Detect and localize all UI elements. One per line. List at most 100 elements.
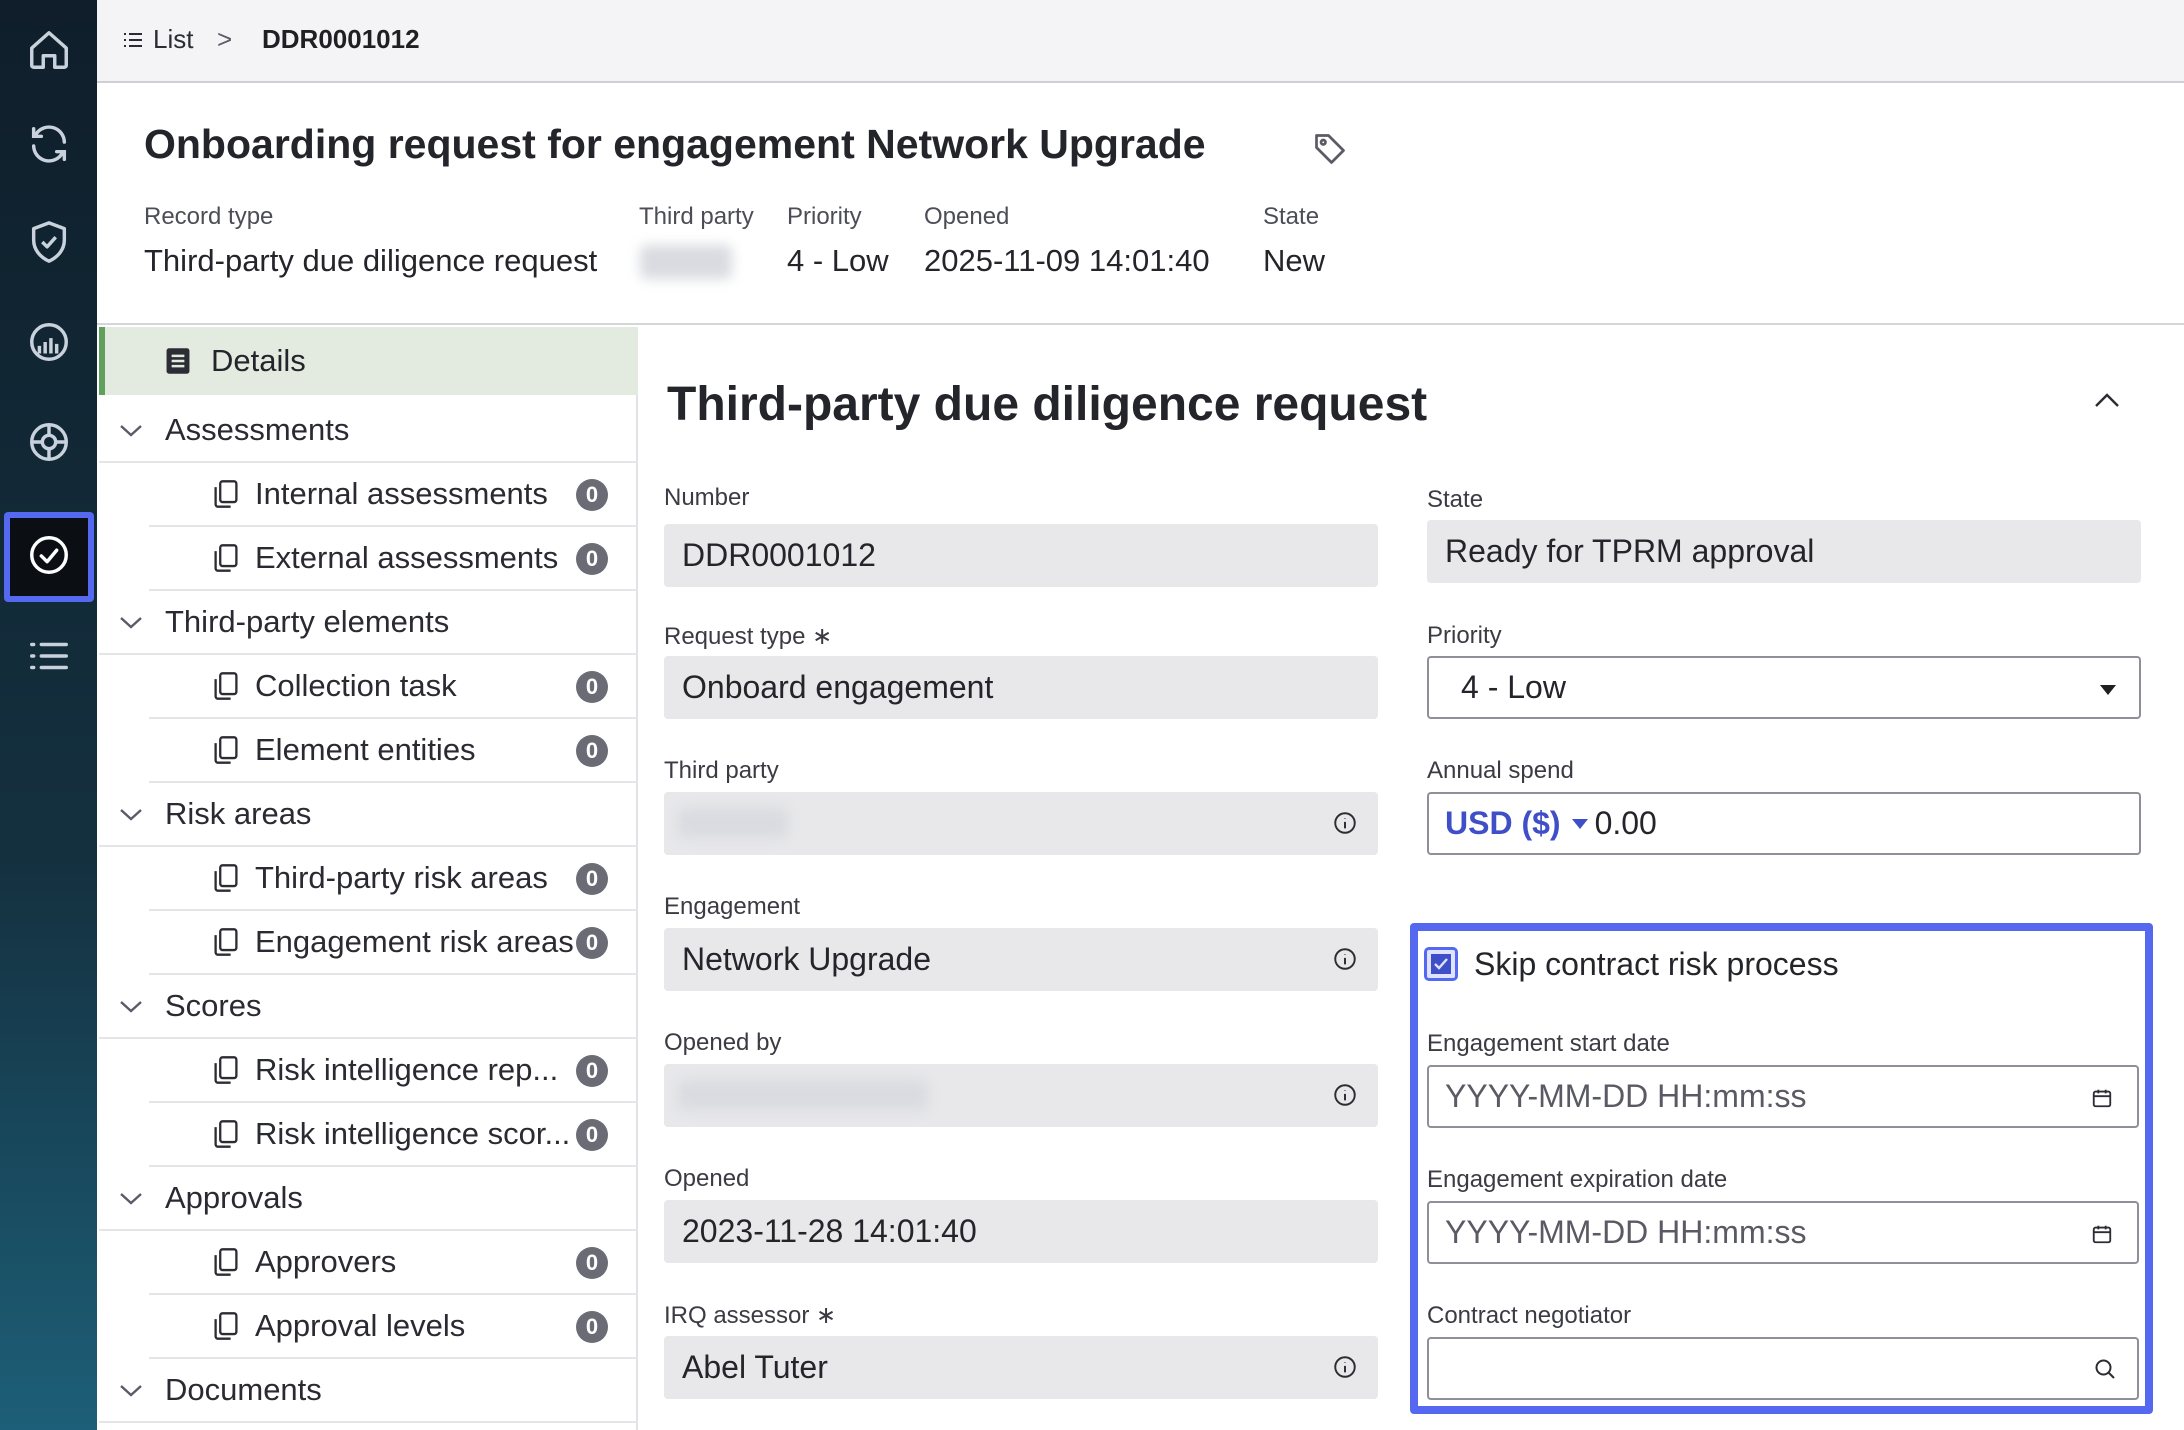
nav-item-risk-intelligence-scores[interactable]: Risk intelligence scor... 0 [149, 1103, 638, 1167]
nav-group-label: Scores [165, 988, 262, 1023]
count-badge: 0 [576, 671, 608, 703]
refresh-icon[interactable] [19, 114, 79, 174]
engagement-expiration-label: Engagement expiration date [1427, 1166, 1728, 1193]
search-icon[interactable] [2093, 1357, 2117, 1381]
third-party-redacted [640, 245, 732, 279]
copy-icon [214, 736, 238, 764]
nav-item-third-party-risk-areas[interactable]: Third-party risk areas 0 [149, 847, 638, 911]
engagement-expiration-input[interactable]: YYYY-MM-DD HH:mm:ss [1427, 1201, 2139, 1264]
record-sidenav: Details Assessments Internal assessments… [97, 327, 638, 1430]
number-label: Number [664, 484, 750, 511]
count-badge: 0 [576, 1311, 608, 1343]
count-badge: 0 [576, 735, 608, 767]
request-type-label: Request type ∗ [664, 622, 832, 651]
annual-spend-field[interactable]: USD ($) 0.00 [1427, 792, 2141, 855]
info-icon[interactable] [1332, 1082, 1358, 1108]
engagement-start-placeholder: YYYY-MM-DD HH:mm:ss [1445, 1078, 1807, 1114]
nav-item-approvers[interactable]: Approvers 0 [149, 1231, 638, 1295]
info-icon[interactable] [1332, 946, 1358, 972]
nav-item-approval-levels[interactable]: Approval levels 0 [149, 1295, 638, 1359]
state-value: New [1263, 243, 1326, 278]
engagement-start-input[interactable]: YYYY-MM-DD HH:mm:ss [1427, 1065, 2139, 1128]
section-title: Third-party due diligence request [667, 378, 1428, 431]
nav-group-label: Assessments [165, 412, 350, 447]
settings-icon[interactable] [19, 412, 79, 472]
nav-group-assessments[interactable]: Assessments [99, 399, 638, 463]
copy-icon [214, 1248, 238, 1276]
state-label: State [1263, 203, 1320, 230]
priority-select-value: 4 - Low [1461, 669, 1566, 705]
tag-icon[interactable] [1312, 131, 1348, 167]
nav-group-label: Third-party elements [165, 604, 450, 639]
record-type-value: Third-party due diligence request [144, 243, 598, 278]
state-field[interactable]: Ready for TPRM approval [1427, 520, 2141, 583]
copy-icon [214, 1056, 238, 1084]
chevron-down-icon [120, 1193, 142, 1205]
shield-icon[interactable] [19, 212, 79, 272]
number-field[interactable]: DDR0001012 [664, 524, 1378, 587]
third-party-field[interactable] [664, 792, 1378, 855]
nav-item-element-entities[interactable]: Element entities 0 [149, 719, 638, 783]
opened-by-redacted [678, 1080, 928, 1110]
list-icon[interactable] [19, 626, 79, 686]
engagement-label: Engagement [664, 893, 801, 920]
irq-assessor-label-text: IRQ assessor [664, 1302, 810, 1329]
home-icon[interactable] [19, 20, 79, 80]
info-icon[interactable] [1332, 1354, 1358, 1380]
analytics-icon[interactable] [19, 312, 79, 372]
dropdown-arrow-icon [1571, 818, 1588, 829]
copy-icon [214, 480, 238, 508]
nav-details-label: Details [211, 343, 306, 378]
opened-value: 2025-11-09 14:01:40 [924, 243, 1210, 278]
nav-item-label: External assessments [255, 540, 559, 575]
nav-group-third-party-elements[interactable]: Third-party elements [99, 591, 638, 655]
calendar-icon[interactable] [2091, 1223, 2113, 1245]
copy-icon [214, 672, 238, 700]
breadcrumb-current: DDR0001012 [262, 24, 420, 54]
nav-item-collection-task[interactable]: Collection task 0 [149, 655, 638, 719]
chevron-down-icon [120, 617, 142, 629]
nav-group-risk-areas[interactable]: Risk areas [99, 783, 638, 847]
info-icon[interactable] [1332, 810, 1358, 836]
irq-assessor-value: Abel Tuter [682, 1349, 828, 1385]
calendar-icon[interactable] [2091, 1087, 2113, 1109]
nav-item-label: Approval levels [255, 1308, 466, 1343]
nav-details[interactable]: Details [99, 327, 638, 395]
third-party-field-redacted [678, 808, 788, 838]
count-badge: 0 [576, 479, 608, 511]
chevron-down-icon [120, 809, 142, 821]
request-type-value: Onboard engagement [682, 669, 994, 705]
contract-negotiator-input[interactable] [1427, 1337, 2139, 1400]
chevron-up-icon[interactable] [2092, 389, 2122, 411]
dropdown-arrow-icon [2100, 685, 2116, 695]
checkbox-checked-mark [1431, 954, 1451, 974]
opened-field-value: 2023-11-28 14:01:40 [682, 1213, 977, 1249]
opened-field-label: Opened [664, 1165, 750, 1192]
request-type-field[interactable]: Onboard engagement [664, 656, 1378, 719]
nav-item-engagement-risk-areas[interactable]: Engagement risk areas 0 [149, 911, 638, 975]
request-type-label-text: Request type [664, 623, 806, 650]
annual-spend-value: 0.00 [1594, 805, 1657, 841]
contract-negotiator-label: Contract negotiator [1427, 1302, 1632, 1329]
nav-item-external-assessments[interactable]: External assessments 0 [149, 527, 638, 591]
nav-group-documents[interactable]: Documents [99, 1359, 638, 1423]
opened-field[interactable]: 2023-11-28 14:01:40 [664, 1200, 1378, 1263]
nav-item-label: Risk intelligence rep... [255, 1052, 559, 1087]
engagement-field[interactable]: Network Upgrade [664, 928, 1378, 991]
nav-item-internal-assessments[interactable]: Internal assessments 0 [149, 463, 638, 527]
breadcrumb-list-link[interactable]: List [123, 24, 193, 55]
engagement-start-label: Engagement start date [1427, 1030, 1670, 1057]
breadcrumb-list-label: List [153, 24, 194, 54]
currency-select[interactable]: USD ($) [1445, 805, 1589, 842]
priority-select[interactable]: 4 - Low [1427, 656, 2141, 719]
nav-group-scores[interactable]: Scores [99, 975, 638, 1039]
skip-contract-label[interactable]: Skip contract risk process [1474, 946, 1839, 983]
nav-group-approvals[interactable]: Approvals [99, 1167, 638, 1231]
nav-item-risk-intelligence-reports[interactable]: Risk intelligence rep... 0 [149, 1039, 638, 1103]
opened-by-field[interactable] [664, 1064, 1378, 1127]
priority-value: 4 - Low [787, 243, 889, 278]
check-circle-icon[interactable] [19, 525, 79, 585]
count-badge: 0 [576, 1055, 608, 1087]
skip-contract-checkbox[interactable] [1424, 947, 1458, 981]
irq-assessor-field[interactable]: Abel Tuter [664, 1336, 1378, 1399]
